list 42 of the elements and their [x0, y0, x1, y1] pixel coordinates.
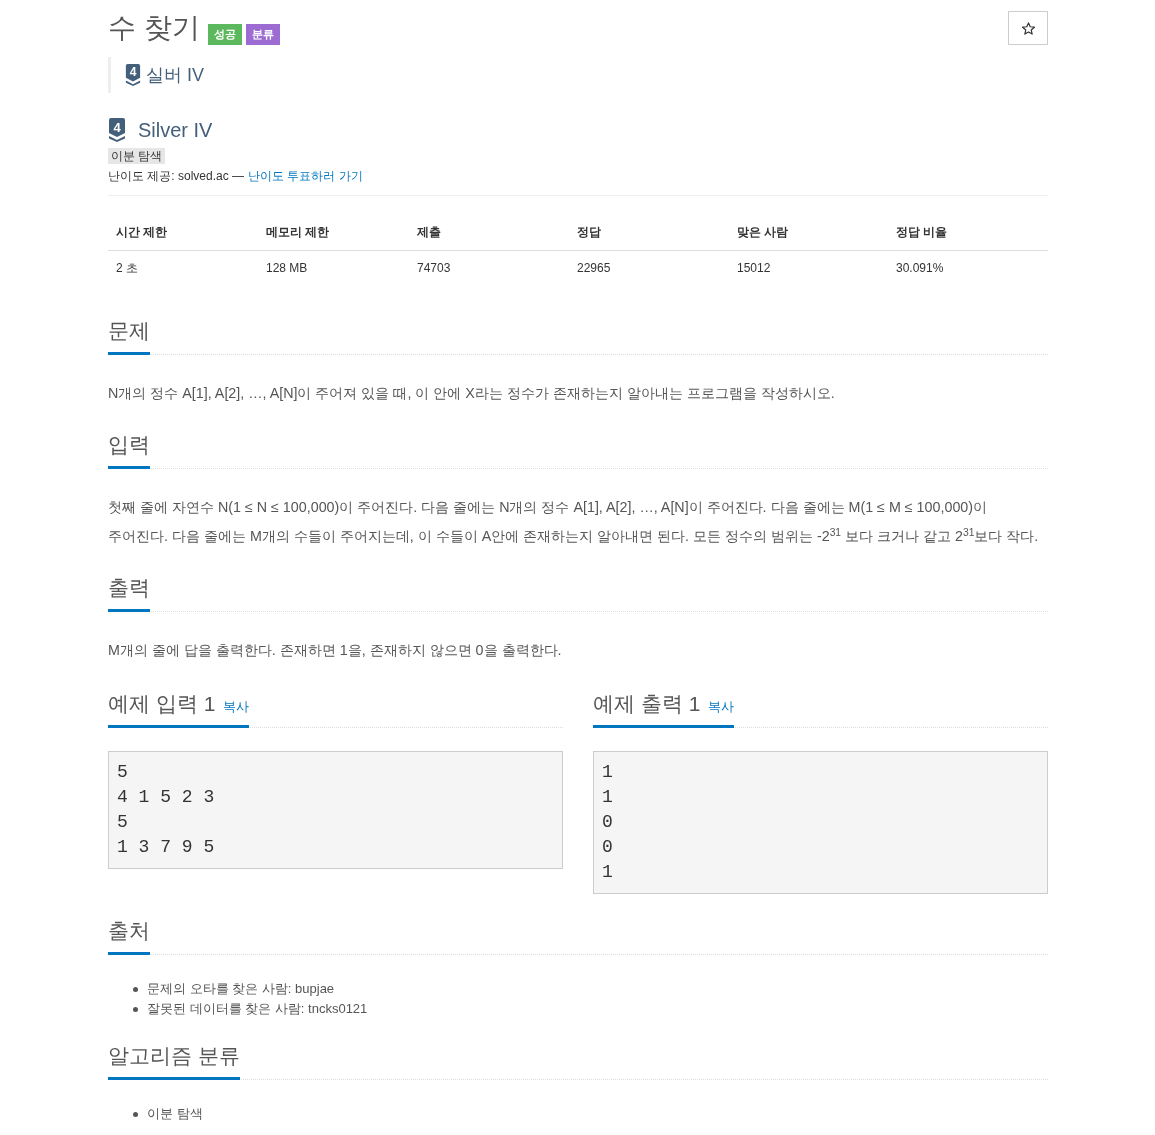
sample-heading: 예제 입력 1 — [108, 691, 216, 717]
section-heading: 문제 — [108, 318, 150, 344]
section-paragraph: M개의 줄에 답을 출력한다. 존재하면 1을, 존재하지 않으면 0을 출력한다. — [108, 641, 563, 660]
bullet-icon — [133, 986, 138, 992]
column-header: 시간 제한 — [108, 215, 258, 251]
status-label: 성공 — [207, 24, 242, 45]
sample-heading: 예제 출력 1 — [593, 691, 701, 717]
problem-title: 수 찾기 — [108, 11, 200, 45]
section-heading: 알고리즘 분류 — [108, 1043, 240, 1069]
star-button[interactable] — [1008, 11, 1048, 45]
column-header: 정답 비율 — [888, 215, 1048, 251]
section-paragraph: 첫째 줄에 자연수 N(1 ≤ N ≤ 100,000)이 주어진다. 다음 줄에는 N개의 정수 A[1], A[2], …, A[N]이 주어진다. 다음 줄에는 M(1 ≤ M ≤ 100,000)이 주어진다. 다음 줄에는 M개의 수들이 주어지는데, 이 수들이 A안에 존재하는지 알아내면 된다. 모든 정수의 범위는 -2$^{31}$ 보다 크거나 같고 2$^{31}$보다 작다. — [108, 498, 1040, 546]
column-header: 맞은 사람 — [729, 215, 888, 251]
bullet-icon — [133, 1111, 138, 1117]
table-cell-text: 74703 — [416, 260, 452, 277]
section-heading: 출처 — [108, 918, 150, 944]
table-cell-text: 30.091% — [895, 260, 945, 277]
sample-code-block: 5 4 1 5 2 3 5 1 3 7 9 5 — [108, 751, 563, 869]
tier-heading: Silver IV — [138, 118, 213, 142]
table-cell-text: 2 초 — [115, 260, 139, 277]
column-header: 정답 — [569, 215, 729, 251]
star-icon — [1021, 21, 1035, 35]
section-heading: 입력 — [108, 432, 150, 458]
column-header: 제출 — [409, 215, 569, 251]
sample-code-block: 1 1 0 0 1 — [593, 751, 1048, 894]
algorithm-tag[interactable]: 이분 탐색 — [108, 148, 166, 164]
table-cell-text: 15012 — [736, 260, 772, 277]
column-header: 메모리 제한 — [258, 215, 409, 251]
difficulty-credit: 난이도 제공: solved.ac — — [108, 168, 245, 184]
bullet-icon — [133, 1006, 138, 1012]
status-label: 분류 — [245, 24, 280, 45]
copy-link[interactable]: 복사 — [223, 698, 250, 716]
copy-link[interactable]: 복사 — [708, 698, 735, 716]
section-heading: 출력 — [108, 575, 150, 601]
table-cell-text: 22965 — [576, 260, 612, 277]
list-item: 이분 탐색 — [147, 1105, 203, 1123]
section-paragraph: N개의 정수 A[1], A[2], …, A[N]이 주어져 있을 때, 이 안에 X라는 정수가 존재하는지 알아내는 프로그램을 작성하시오. — [108, 384, 836, 403]
vote-link[interactable]: 난이도 투표하러 가기 — [248, 168, 363, 184]
list-item: 문제의 오타를 찾은 사람: bupjae — [147, 980, 335, 998]
tier-name: 실버 IV — [146, 64, 204, 87]
table-cell-text: 128 MB — [265, 260, 309, 277]
list-item: 잘못된 데이터를 찾은 사람: tncks0121 — [147, 1000, 368, 1018]
